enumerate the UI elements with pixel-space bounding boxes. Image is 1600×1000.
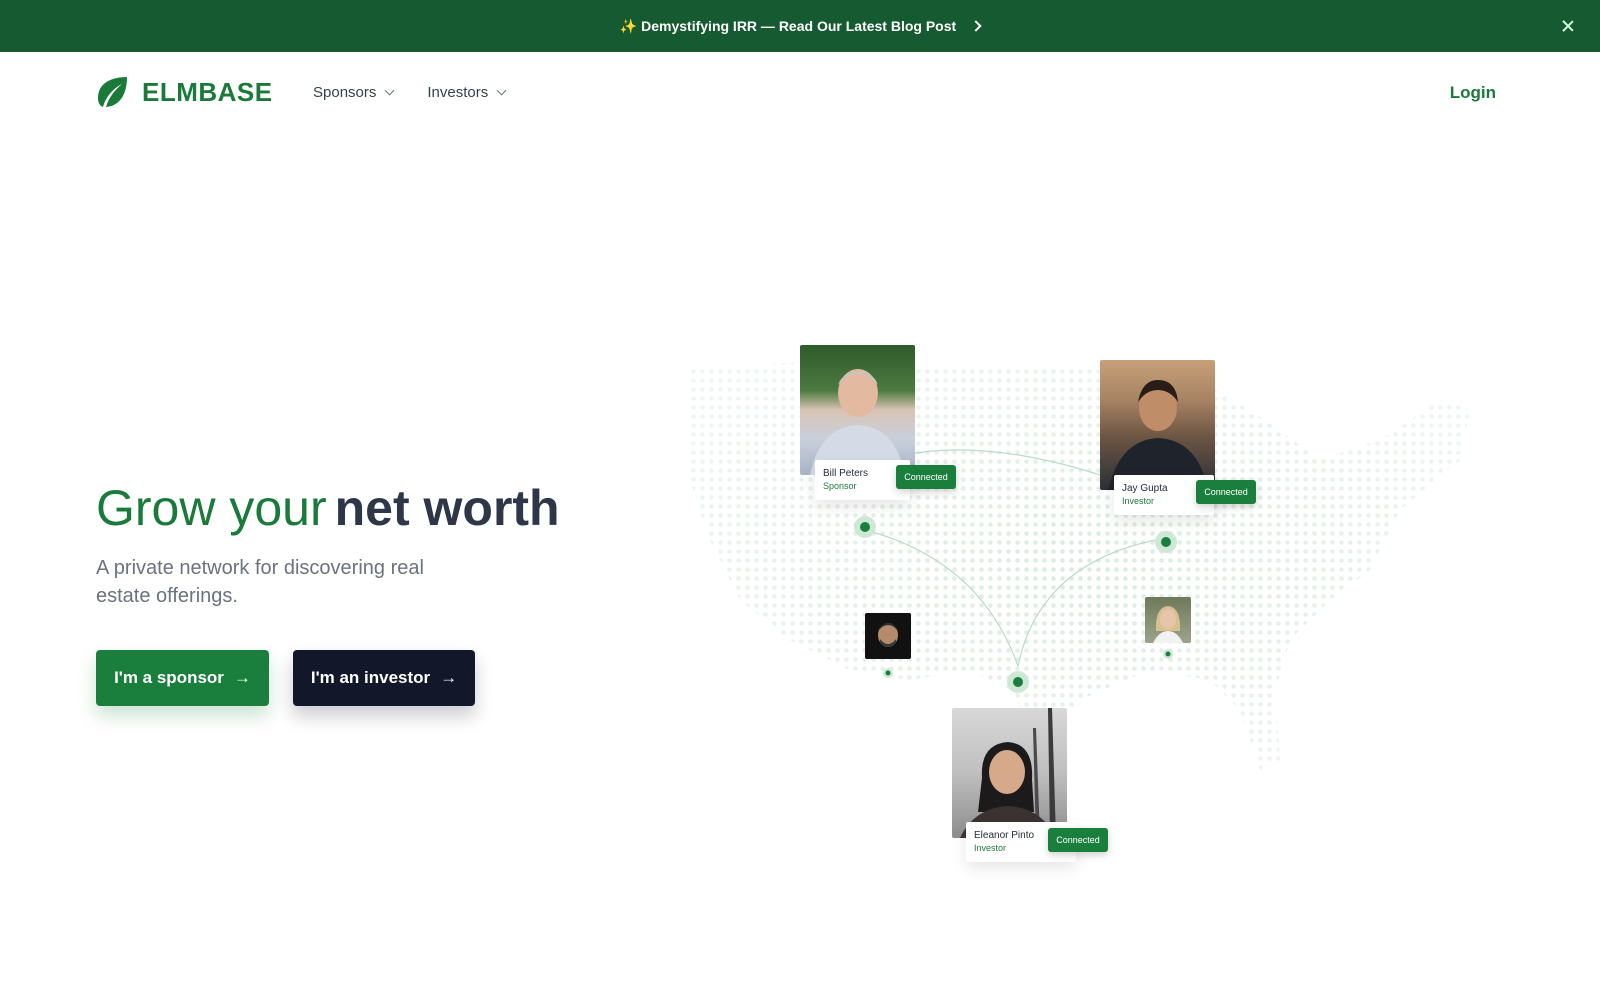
location-marker xyxy=(1155,531,1177,553)
nav-item-label: Investors xyxy=(427,84,489,101)
location-marker xyxy=(1007,671,1029,693)
sponsor-button-label: I'm a sponsor xyxy=(114,668,224,687)
investor-button-label: I'm an investor xyxy=(310,668,431,687)
avatar-eleanor-pinto xyxy=(952,708,1067,838)
nav-item-investors[interactable]: Investors xyxy=(427,84,507,101)
chevron-right-icon xyxy=(970,20,982,32)
chevron-down-icon xyxy=(496,85,507,96)
avatar-bill-peters xyxy=(800,345,915,475)
location-marker xyxy=(854,516,876,538)
location-marker xyxy=(883,668,893,678)
login-link[interactable]: Login xyxy=(1450,83,1496,103)
hero-title: Grow your net worth xyxy=(96,478,560,538)
logo[interactable]: ELMBASE xyxy=(96,76,273,108)
nav-item-label: Sponsors xyxy=(313,84,377,101)
hero-title-green: Grow your xyxy=(96,480,327,536)
location-marker xyxy=(1163,649,1173,659)
leaf-icon xyxy=(98,77,127,107)
person-role: Investor xyxy=(1122,496,1155,506)
connected-badge[interactable]: Connected xyxy=(896,465,956,489)
banner-text: ✨ Demystifying IRR — Read Our Latest Blo… xyxy=(619,17,957,34)
main-nav: ELMBASE Sponsors Investors Login xyxy=(0,52,1600,136)
sponsor-button[interactable]: I'm a sponsor → xyxy=(96,650,269,706)
hero-title-dark: net worth xyxy=(334,480,560,536)
person-name: Jay Gupta xyxy=(1122,483,1168,494)
investor-button[interactable]: I'm an investor → xyxy=(293,650,475,706)
arrow-right-icon: → xyxy=(233,668,251,687)
person-name: Eleanor Pinto xyxy=(974,830,1035,841)
arrow-right-icon: → xyxy=(440,668,458,687)
avatar-small-woman xyxy=(1145,597,1191,643)
avatar-small-man xyxy=(865,613,911,659)
nav-item-sponsors[interactable]: Sponsors xyxy=(313,84,395,101)
logo-text: ELMBASE xyxy=(142,76,273,107)
connected-badge[interactable]: Connected xyxy=(1048,828,1108,852)
person-role: Investor xyxy=(974,843,1007,853)
connected-badge[interactable]: Connected xyxy=(1196,480,1256,504)
person-name: Bill Peters xyxy=(823,468,869,479)
blog-post-link[interactable]: ✨ Demystifying IRR — Read Our Latest Blo… xyxy=(619,17,982,35)
chevron-down-icon xyxy=(384,85,395,96)
close-icon[interactable] xyxy=(1558,16,1578,36)
hero-subtitle: A private network for discovering real e… xyxy=(96,557,424,607)
person-role: Sponsor xyxy=(823,481,857,491)
nav-menu: Sponsors Investors xyxy=(313,84,507,101)
avatar-jay-gupta xyxy=(1100,360,1215,490)
announcement-banner: ✨ Demystifying IRR — Read Our Latest Blo… xyxy=(0,0,1600,52)
